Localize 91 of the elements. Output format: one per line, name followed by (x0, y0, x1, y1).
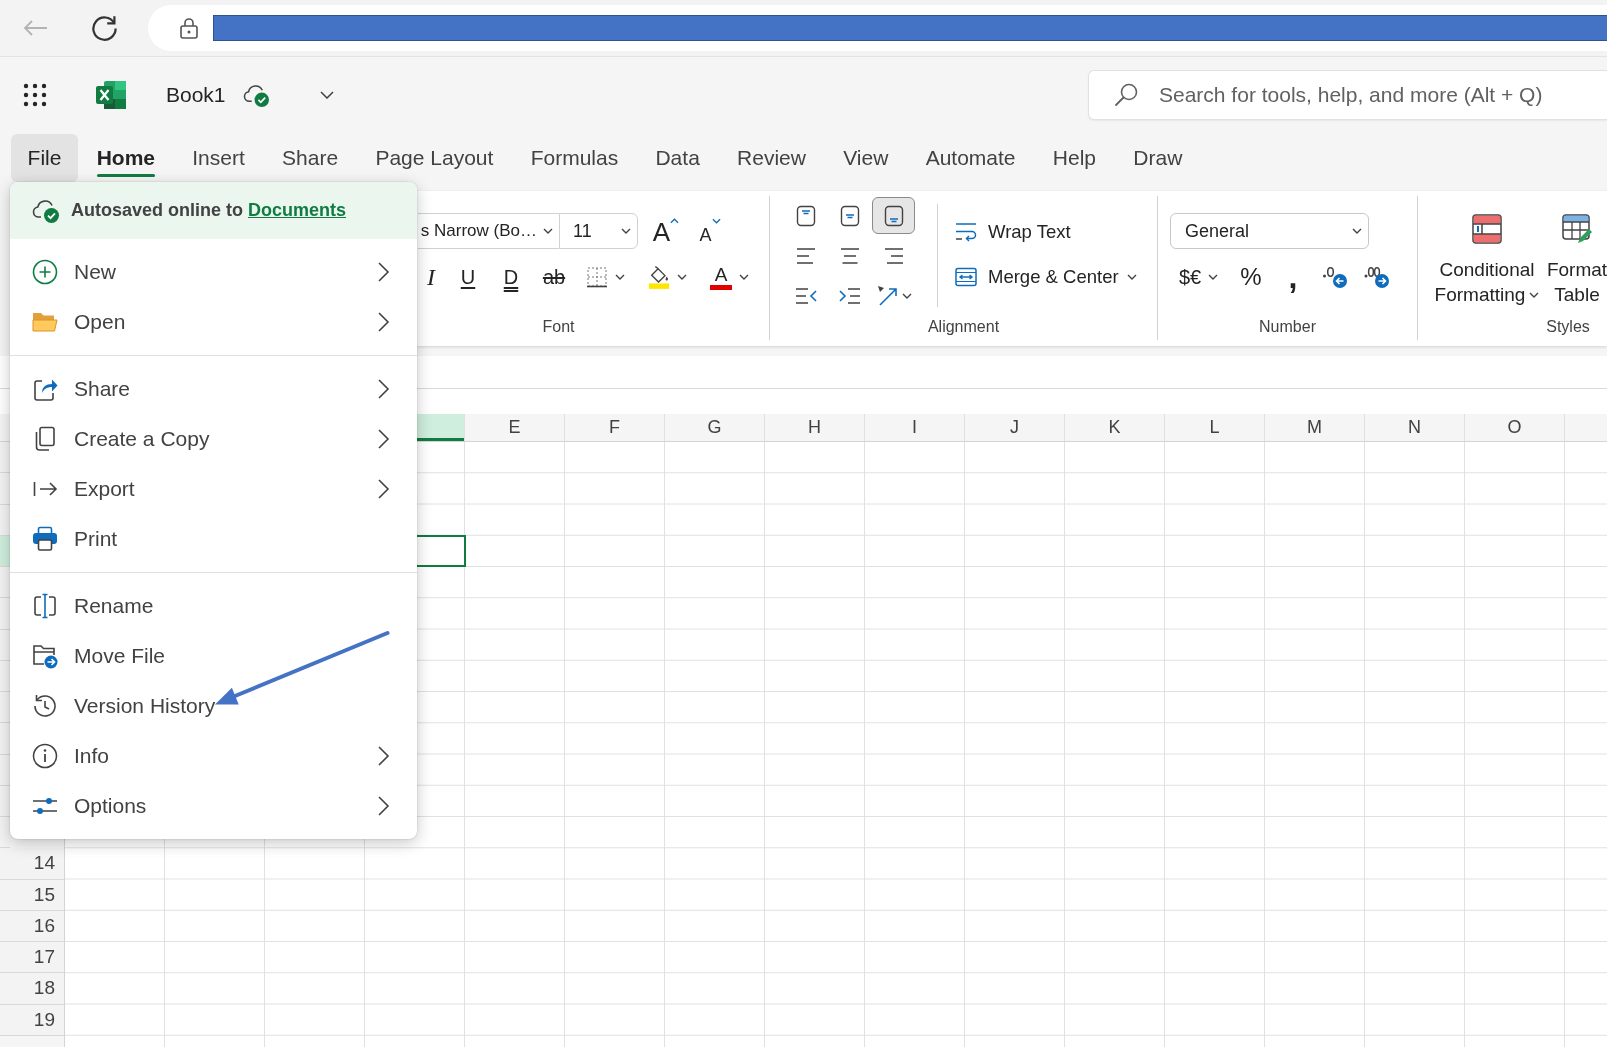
caret-down-icon (711, 218, 721, 224)
ribbon-tab[interactable]: View (824, 134, 907, 182)
swatch-bar-icon (710, 284, 732, 290)
chevron-down-icon[interactable] (319, 91, 334, 99)
printer-icon (32, 526, 58, 552)
column-header[interactable]: I (865, 414, 964, 441)
spreadsheet-logo-icon (95, 80, 127, 110)
caret-up-icon (670, 218, 680, 224)
comma-style-button[interactable]: , (1275, 259, 1311, 295)
ribbon-tab[interactable]: Draw (1114, 134, 1201, 182)
ribbon-tab[interactable]: Insert (173, 134, 264, 182)
align-bottom-button[interactable] (872, 197, 915, 234)
underline-button[interactable]: U (450, 259, 486, 295)
plus-circle-icon (32, 259, 58, 285)
italic-button[interactable]: I (419, 259, 443, 295)
borders-icon (586, 266, 608, 288)
group-label: Number (1258, 318, 1317, 336)
column-header[interactable]: E (465, 414, 564, 441)
file-tab[interactable]: File (11, 134, 78, 182)
column-header[interactable]: G (665, 414, 764, 441)
caret-down-icon (1352, 228, 1362, 234)
grow-font-button[interactable]: A (646, 213, 686, 249)
column-header[interactable]: F (565, 414, 664, 441)
ribbon-tab[interactable]: Formulas (512, 134, 637, 182)
menu-item[interactable]: Move File (10, 631, 417, 681)
wrap-text-button[interactable]: Wrap Text (955, 214, 1071, 250)
cloud-check-icon (242, 82, 270, 108)
ribbon-tab[interactable]: Home (78, 134, 174, 182)
orientation-icon (875, 283, 900, 308)
menu-item[interactable]: Info (10, 731, 417, 781)
group-label: Styles (1545, 318, 1591, 336)
folder-arrow-icon (32, 643, 58, 669)
menu-item[interactable]: Version History (10, 681, 417, 731)
lock-icon (179, 17, 199, 39)
format-table-button[interactable]: Format Table (1546, 200, 1607, 308)
menu-item[interactable]: Rename (10, 581, 417, 631)
font-color-button[interactable]: A (703, 259, 758, 295)
address-bar[interactable] (148, 5, 1607, 51)
app-launcher-icon[interactable] (23, 83, 47, 107)
highlighted-table-icon (1472, 214, 1502, 244)
text-cursor-icon (32, 593, 58, 619)
currency-button[interactable]: $€ (1172, 259, 1227, 295)
autosave-status: Autosaved online to Documents (71, 200, 347, 221)
ribbon-tab[interactable]: Share (263, 134, 357, 182)
group-label: Font (541, 318, 576, 336)
info-icon (32, 743, 58, 769)
strikethrough-button[interactable]: ab (536, 259, 572, 295)
percent-button[interactable]: % (1233, 259, 1269, 295)
font-name-dropdown[interactable]: s Narrow (Bo… (418, 213, 559, 249)
menu-item[interactable]: Share (10, 364, 417, 414)
column-header[interactable]: N (1365, 414, 1464, 441)
caret-down-icon (621, 228, 631, 234)
column-header[interactable]: H (765, 414, 864, 441)
menu-item[interactable]: Print (10, 514, 417, 564)
table-pencil-icon (1562, 214, 1592, 244)
search-field[interactable]: Search for tools, help, and more (Alt + Q) (1088, 70, 1607, 120)
number-format-dropdown[interactable]: General (1170, 213, 1369, 249)
menu-item[interactable]: Export (10, 464, 417, 514)
ribbon-tab[interactable]: Data (636, 134, 719, 182)
merge-center-button[interactable]: Merge & Center (955, 259, 1137, 295)
increase-decimal-icon (1364, 265, 1390, 289)
conditional-formatting-button[interactable]: Conditional Formatting (1428, 200, 1546, 308)
search-icon (1114, 82, 1139, 107)
font-size-dropdown[interactable]: 11 (559, 213, 638, 249)
column-header[interactable]: O (1465, 414, 1564, 441)
caret-down-icon (543, 228, 553, 234)
column-header[interactable]: J (965, 414, 1064, 441)
merge-cells-icon (955, 267, 977, 287)
wrap-text-icon (955, 222, 977, 242)
menu-item[interactable]: Create a Copy (10, 414, 417, 464)
history-icon (32, 693, 58, 719)
location-link[interactable]: Documents (248, 200, 347, 220)
ribbon-tab[interactable]: Page Layout (356, 134, 512, 182)
ribbon-tab[interactable]: Review (718, 134, 825, 182)
group-label: Alignment (926, 318, 1001, 336)
menu-item[interactable]: New (10, 247, 417, 297)
ribbon-tab[interactable]: Help (1034, 134, 1115, 182)
reload-icon[interactable] (92, 15, 117, 41)
cloud-check-icon (32, 197, 60, 224)
paint-bucket-icon (648, 265, 670, 289)
ribbon-tab[interactable]: Automate (907, 134, 1035, 182)
column-header[interactable]: K (1065, 414, 1164, 441)
shrink-font-button[interactable]: A (690, 213, 730, 249)
document-title[interactable]: Book1 (166, 83, 226, 107)
menu-item[interactable]: Options (10, 781, 417, 831)
double-underline-button[interactable]: D (493, 259, 529, 295)
column-header[interactable]: M (1265, 414, 1364, 441)
decrease-decimal-icon (1322, 265, 1348, 289)
menu-item[interactable]: Open (10, 297, 417, 347)
column-header[interactable]: L (1165, 414, 1264, 441)
column-header[interactable] (417, 414, 464, 441)
